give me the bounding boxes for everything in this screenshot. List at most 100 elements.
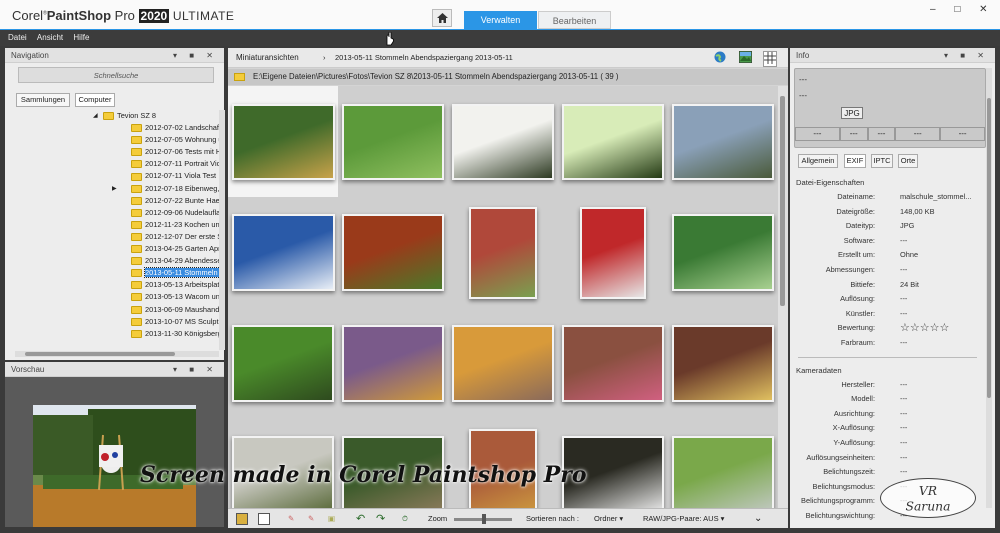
thumbnail-cell[interactable] [228, 86, 338, 197]
zoom-slider[interactable] [454, 514, 512, 524]
tree-item[interactable]: 2013-10-07 MS Sculpt E [5, 316, 219, 328]
thumbnail-cell[interactable] [668, 308, 778, 419]
thumbnail-green-plants[interactable] [342, 103, 444, 180]
timer-icon[interactable]: ⏱ [402, 509, 408, 529]
breadcrumb[interactable]: 2013-05-11 Stommeln Abendspaziergang 201… [335, 53, 513, 62]
tree-item[interactable]: 2013-04-25 Garten Apri [5, 243, 219, 255]
tree-item[interactable]: 2012-12-07 Der erste Sc [5, 231, 219, 243]
tree-item-label: 2012-07-02 Landschaft [145, 123, 219, 133]
tab-edit[interactable]: Bearbeiten [538, 11, 611, 29]
tree-item[interactable]: 2013-11-30 Königsberg [5, 328, 219, 340]
sort-select[interactable]: Ordner ▾ [594, 509, 623, 529]
thumbnail-red-leaves[interactable] [342, 214, 444, 291]
thumbnail-cell[interactable] [338, 197, 448, 308]
tree-item-label: 2012-07-11 Viola Test [145, 171, 217, 181]
globe-icon[interactable] [714, 51, 726, 65]
rotate-right-icon[interactable]: ↷ [376, 509, 385, 529]
tree-item[interactable]: 2012-07-11 Portrait Viol [5, 158, 219, 170]
thumbnail-cell[interactable] [448, 308, 558, 419]
thumbnail-patio[interactable] [452, 325, 554, 402]
folder-icon [131, 257, 142, 266]
tab-iptc[interactable]: IPTC [871, 154, 893, 168]
untag-icon[interactable]: ✎ [308, 509, 314, 529]
panel-controls[interactable]: ▾ ■ ✕ [173, 48, 218, 63]
window-controls[interactable]: – □ ✕ [930, 4, 996, 15]
menu-help[interactable]: Hilfe [73, 30, 89, 46]
thumbnail-street[interactable] [672, 103, 774, 180]
thumbnail-garden-sign[interactable] [231, 103, 335, 180]
list-view-icon[interactable] [258, 513, 270, 525]
folder-view-icon[interactable] [236, 513, 248, 525]
collapse-arrow-icon[interactable]: ▶ [112, 183, 117, 195]
tree-item[interactable]: 2013-04-29 Abendesser [5, 255, 219, 267]
tree-item[interactable]: 2012-07-06 Tests mit Ha [5, 146, 219, 158]
tab-general[interactable]: Allgemein [798, 154, 838, 168]
thumbnail-white-flowers[interactable] [452, 103, 554, 180]
tree-item[interactable]: ◢ Tevion SZ 8 [5, 110, 219, 122]
tree-item[interactable]: ▶ 2012-07-18 Eibenweg, F [5, 183, 219, 195]
thumbnail-cell[interactable] [668, 197, 778, 308]
thumbnail-cell[interactable] [448, 197, 558, 308]
thumbnail-cell[interactable] [668, 86, 778, 197]
thumbnail-hydrangea[interactable] [562, 103, 664, 180]
tree-item[interactable]: 2012-07-02 Landschaft [5, 122, 219, 134]
tree-item[interactable]: 2013-05-13 Arbeitsplatz [5, 279, 219, 291]
thumbnail-cell[interactable] [668, 419, 778, 508]
tree-item-label: 2013-10-07 MS Sculpt E [145, 316, 219, 326]
menu-view[interactable]: Ansicht [37, 30, 63, 46]
expand-arrow-icon[interactable]: ◢ [93, 110, 98, 122]
thumbnail-cell[interactable] [228, 308, 338, 419]
computer-button[interactable]: Computer [75, 93, 115, 107]
raw-jpg-pairs-select[interactable]: RAW/JPG-Paare: AUS ▾ [643, 509, 724, 529]
grid-scrollbar[interactable] [778, 86, 788, 508]
folder-icon [131, 317, 142, 326]
info-icon[interactable]: ▣ [328, 509, 335, 529]
thumbnail-hosta[interactable] [672, 214, 774, 291]
rating-stars[interactable]: ☆☆☆☆☆ [900, 321, 949, 336]
tag-icon[interactable]: ✎ [288, 509, 294, 529]
nav-horizontal-scrollbar[interactable] [15, 351, 219, 357]
scroll-thumb[interactable] [780, 96, 785, 306]
thumbnail-cell[interactable] [558, 86, 668, 197]
home-button[interactable] [432, 9, 452, 27]
image-view-icon[interactable] [738, 50, 753, 65]
quick-search-button[interactable]: Schnellsuche [18, 67, 214, 83]
thumbnail-lilac[interactable] [342, 325, 444, 402]
tree-item[interactable]: 2012-09-06 Nudelauflau [5, 207, 219, 219]
thumbnail-cell[interactable] [558, 308, 668, 419]
thumbnail-sky-clouds[interactable] [231, 214, 335, 291]
tree-item[interactable]: 2013-06-09 Maushand V [5, 304, 219, 316]
rotate-left-icon[interactable]: ↶ [356, 509, 365, 529]
panel-controls[interactable]: ▾ ■ ✕ [944, 48, 989, 63]
tree-item[interactable]: 2012-07-11 Viola Test [5, 170, 219, 182]
thumbnail-lawn[interactable] [672, 436, 774, 508]
tree-item[interactable]: 2012-11-23 Kochen und [5, 219, 219, 231]
thumbnail-cell[interactable] [338, 86, 448, 197]
thumbnail-cell[interactable] [338, 308, 448, 419]
thumbnail-cell[interactable] [558, 197, 668, 308]
thumbnail-flower-pots[interactable] [562, 325, 664, 402]
expand-chevron-icon[interactable]: ⌄ [754, 509, 762, 529]
nav-vertical-scrollbar[interactable] [219, 110, 225, 350]
grid-view-icon[interactable] [763, 51, 777, 67]
panel-controls[interactable]: ▾ ■ ✕ [173, 362, 218, 377]
tree-item[interactable]: 2012-07-22 Bunte Haeh [5, 195, 219, 207]
tree-item[interactable]: 2013-05-11 Stommeln A [5, 267, 219, 279]
menu-file[interactable]: Datei [8, 30, 27, 46]
thumbnail-red-house[interactable] [580, 206, 646, 299]
thumbnail-cell[interactable] [448, 86, 558, 197]
thumbnail-house-garden[interactable] [469, 206, 537, 299]
collections-button[interactable]: Sammlungen [16, 93, 70, 107]
folder-icon [131, 160, 142, 169]
tab-places[interactable]: Orte [898, 154, 918, 168]
thumbnail-conifer[interactable] [232, 325, 334, 402]
info-scrollbar[interactable] [986, 68, 992, 508]
thumbnails-tab[interactable]: Miniaturansichten [236, 53, 299, 62]
tree-item[interactable]: 2012-07-05 Wohnung u [5, 134, 219, 146]
preview-panel: Vorschau ▾ ■ ✕ [5, 362, 224, 527]
thumbnail-door-flowers[interactable] [672, 325, 774, 402]
thumbnail-cell[interactable] [228, 197, 338, 308]
tab-manage[interactable]: Verwalten [464, 11, 537, 29]
tree-item[interactable]: 2013-05-13 Wacom und [5, 291, 219, 303]
tab-exif[interactable]: EXIF [844, 154, 866, 168]
